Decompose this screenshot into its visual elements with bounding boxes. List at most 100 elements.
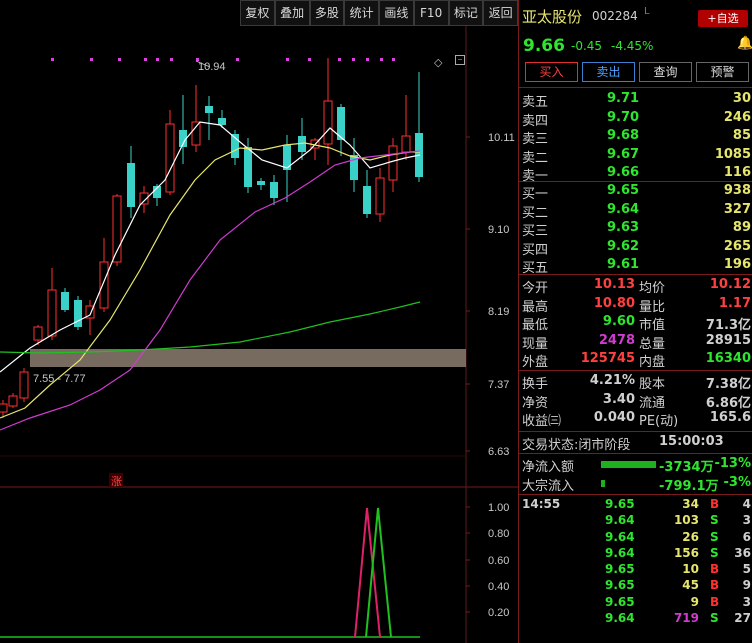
margin-flag: L <box>644 6 650 17</box>
tick-list[interactable]: 14:55 9.65 34 B 4 9.64 103 S 3 9.64 26 S 6 9.64 156… <box>519 496 752 626</box>
stat-row: 外盘 125745 内盘 16340 <box>522 351 751 370</box>
net-inflow-bar <box>601 461 656 468</box>
price-axis-label: 7.37 <box>488 379 509 391</box>
price-change-pct: -4.45% <box>611 39 654 53</box>
candle-body <box>244 147 252 187</box>
candle-body <box>363 186 371 214</box>
high-annotation: 10.94 <box>198 61 226 73</box>
collapse-icon[interactable]: − <box>455 55 465 65</box>
stat-row: 最高 10.80 量比 1.17 <box>522 295 751 315</box>
candle-body <box>99 261 109 309</box>
query-button[interactable]: 查询 <box>639 62 692 82</box>
price-axis-label: 8.19 <box>488 306 509 318</box>
diamond-icon[interactable]: ◇ <box>434 56 442 69</box>
stat-row: 最低 9.60 市值 71.3亿 <box>522 314 751 333</box>
candle-body <box>270 182 278 198</box>
candle-body <box>33 326 43 341</box>
sub-axis-label: 0.80 <box>488 528 509 540</box>
marker-dot <box>352 58 355 61</box>
toolbar-mark-button[interactable]: 标记 <box>448 0 484 26</box>
candle-body <box>218 118 226 125</box>
marker-dot <box>380 58 383 61</box>
tick-row: 9.65 45 B 9 <box>605 578 751 593</box>
bid-row[interactable]: 买三 9.63 89 <box>519 219 752 239</box>
tick-row: 9.64 26 S 6 <box>605 529 751 544</box>
toolbar-draw-button[interactable]: 画线 <box>379 0 414 26</box>
bid-row[interactable]: 买一 9.65 938 <box>519 182 752 202</box>
sub-axis-label: 0.60 <box>488 555 509 567</box>
toolbar-back-button[interactable]: 返回 <box>483 0 518 26</box>
tick-row: 9.64 156 S 36 <box>605 545 751 560</box>
add-watchlist-button[interactable]: +自选 <box>698 10 748 27</box>
tick-row: 14:55 9.65 34 B 4 <box>522 497 751 511</box>
marker-dot <box>118 58 121 61</box>
stat-row: 收益㈢ 0.040 PE(动) 165.6 <box>522 410 751 429</box>
bid-book: 买一 9.65 938 买二 9.64 327 买三 9.63 89 买四 9.62 265 买… <box>519 182 752 276</box>
stock-header: 亚太股份 002284 L +自选 <box>522 6 752 27</box>
candle-body <box>257 181 265 185</box>
quote-stats: 今开 10.13 均价 10.12 最高 10.80 量比 1.17 最低 9.60 市值 71.… <box>519 276 752 370</box>
bid-row[interactable]: 买四 9.62 265 <box>519 238 752 258</box>
toolbar-multi-stock-button[interactable]: 多股 <box>309 0 345 26</box>
sell-button[interactable]: 卖出 <box>582 62 635 82</box>
trade-status: 交易状态:闭市阶段 15:00:03 <box>522 434 724 453</box>
toolbar-f10-button[interactable]: F10 <box>413 0 449 26</box>
sub-axis-label: 0.40 <box>488 581 509 593</box>
stat-row: 今开 10.13 均价 10.12 <box>522 277 751 296</box>
ask-row[interactable]: 卖二 9.67 1085 <box>519 146 752 166</box>
last-price: 9.66 <box>523 36 565 56</box>
kline-chart-svg: 10.11 9.10 8.19 7.37 6.63 1.00 0.80 0.60 0.40 0.2… <box>0 26 518 643</box>
price-line: 9.66 -0.45 -4.45% 🔔 <box>523 36 752 56</box>
stat-row: 净资 3.40 流通 6.86亿 <box>522 391 751 411</box>
marker-dot <box>366 58 369 61</box>
marker-dot <box>236 58 239 61</box>
candle-body <box>375 177 385 215</box>
candle-body <box>127 163 135 207</box>
quote-stats-2: 换手 4.21% 股本 7.38亿 净资 3.40 流通 6.86亿 收益㈢ 0.040 PE(… <box>519 372 752 429</box>
alert-button[interactable]: 预警 <box>696 62 749 82</box>
toolbar-overlay-button[interactable]: 叠加 <box>274 0 310 26</box>
tick-row: 9.64 103 S 3 <box>605 513 751 528</box>
bell-icon[interactable]: 🔔 <box>737 36 752 51</box>
marker-dot <box>170 58 173 61</box>
candle-body <box>8 395 18 407</box>
candle-body <box>165 123 175 193</box>
marker-dot <box>338 58 341 61</box>
stock-code: 002284 <box>592 9 638 23</box>
block-inflow-row: 大宗流入 -799.1万 -3% <box>522 475 751 494</box>
bid-row[interactable]: 买五 9.61 196 <box>519 256 752 276</box>
ask-book: 卖五 9.71 30 卖四 9.70 246 卖三 9.68 85 卖二 9.67 1085 卖… <box>519 90 752 184</box>
ask-row[interactable]: 卖四 9.70 246 <box>519 109 752 129</box>
action-buttons: 买入 卖出 查询 预警 <box>525 62 749 82</box>
candle-body <box>0 403 8 413</box>
buy-button[interactable]: 买入 <box>525 62 578 82</box>
stat-row: 现量 2478 总量 28915 <box>522 332 751 352</box>
price-axis-label: 6.63 <box>488 446 509 458</box>
tick-row: 9.65 10 B 5 <box>605 562 751 577</box>
ma20-line <box>0 150 421 431</box>
quote-panel: 亚太股份 002284 L +自选 9.66 -0.45 -4.45% 🔔 买入… <box>518 0 752 643</box>
sub-axis-label: 0.20 <box>488 607 509 619</box>
marker-dot <box>392 58 395 61</box>
candle-body <box>191 121 201 146</box>
kline-chart-area[interactable]: 10.11 9.10 8.19 7.37 6.63 1.00 0.80 0.60 0.40 0.2… <box>0 26 518 643</box>
ask-row[interactable]: 卖一 9.66 116 <box>519 164 752 184</box>
price-axis-label: 9.10 <box>488 224 509 236</box>
candle-body <box>401 135 411 153</box>
bid-row[interactable]: 买二 9.64 327 <box>519 201 752 221</box>
ask-row[interactable]: 卖五 9.71 30 <box>519 90 752 110</box>
marker-dot <box>144 58 147 61</box>
net-inflow-row: 净流入额 -3734万 -13% <box>522 456 751 475</box>
candle-body <box>19 371 29 399</box>
toolbar-fuquan-button[interactable]: 复权 <box>240 0 275 26</box>
block-inflow-bar <box>601 480 605 487</box>
toolbar-stats-button[interactable]: 统计 <box>344 0 379 26</box>
stat-row: 换手 4.21% 股本 7.38亿 <box>522 373 751 392</box>
tick-row: 9.64 719 S 27 <box>605 611 751 626</box>
candle-body <box>205 106 213 113</box>
range-annotation: 7.55 - 7.77 <box>33 373 86 385</box>
price-axis-label: 10.11 <box>488 132 515 144</box>
stock-name: 亚太股份 <box>522 8 583 26</box>
candle-body <box>388 145 398 181</box>
ask-row[interactable]: 卖三 9.68 85 <box>519 127 752 147</box>
